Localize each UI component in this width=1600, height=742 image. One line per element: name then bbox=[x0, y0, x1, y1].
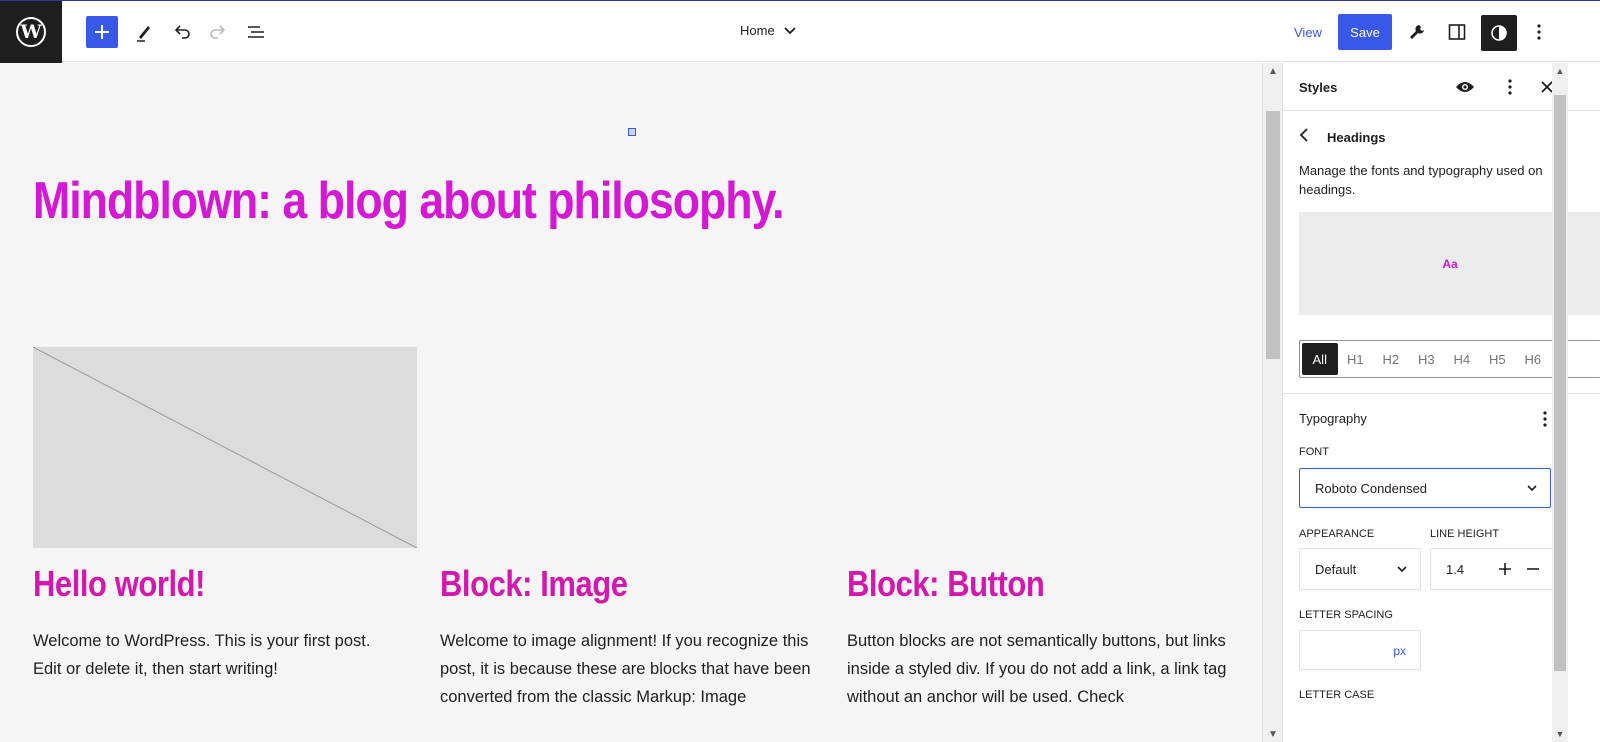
add-block-button[interactable] bbox=[86, 16, 118, 48]
style-book-button[interactable] bbox=[1453, 75, 1477, 99]
appearance-value: Default bbox=[1315, 561, 1357, 577]
navigation-header: Headings bbox=[1299, 127, 1386, 148]
settings-sidebar-button[interactable] bbox=[1441, 16, 1473, 48]
post-excerpt: Welcome to image alignment! If you recog… bbox=[440, 632, 811, 706]
options-button[interactable] bbox=[1523, 16, 1555, 48]
featured-image-placeholder[interactable] bbox=[32, 346, 418, 549]
sidebar-scrollbar[interactable]: ▲ ▼ bbox=[1552, 63, 1568, 742]
tab-h6[interactable]: H6 bbox=[1515, 343, 1551, 375]
list-view-button[interactable] bbox=[240, 16, 272, 48]
post-excerpt: Button blocks are not semantically butto… bbox=[847, 632, 1227, 706]
font-family-select[interactable]: Roboto Condensed bbox=[1299, 468, 1551, 508]
site-title[interactable]: Mindblown: a blog about philosophy. bbox=[33, 171, 785, 231]
document-title: Home bbox=[740, 23, 775, 38]
scroll-down-arrow[interactable]: ▼ bbox=[1552, 726, 1568, 742]
post-item: Block: Button Button blocks are not sema… bbox=[847, 563, 1237, 711]
post-item: Hello world! Welcome to WordPress. This … bbox=[33, 563, 423, 683]
canvas-scrollbar[interactable]: ▲ ▼ bbox=[1262, 63, 1282, 742]
section-title: Headings bbox=[1327, 130, 1386, 145]
letter-spacing-input[interactable]: px bbox=[1299, 630, 1421, 670]
undo-button[interactable] bbox=[166, 16, 198, 48]
placeholder-diagonal bbox=[32, 346, 418, 549]
preview-text: Aa bbox=[1442, 256, 1458, 271]
tab-h5[interactable]: H5 bbox=[1480, 343, 1516, 375]
scrollbar-thumb[interactable] bbox=[1266, 111, 1280, 359]
wordpress-logo-button[interactable]: W bbox=[0, 1, 62, 63]
chevron-down-icon bbox=[1527, 485, 1537, 492]
letter-spacing-label: LETTER SPACING bbox=[1299, 609, 1393, 621]
post-title[interactable]: Block: Button bbox=[847, 563, 1182, 605]
tab-h1[interactable]: H1 bbox=[1338, 343, 1374, 375]
section-description: Manage the fonts and typography used on … bbox=[1299, 163, 1543, 197]
sidebar-title: Styles bbox=[1299, 80, 1338, 95]
increase-line-height-button[interactable] bbox=[1493, 549, 1517, 589]
tab-h4[interactable]: H4 bbox=[1444, 343, 1480, 375]
undo-icon bbox=[174, 25, 190, 39]
typography-panel-title: Typography bbox=[1299, 411, 1367, 426]
plus-icon bbox=[1499, 563, 1511, 575]
pen-icon bbox=[137, 26, 150, 42]
kebab-menu-icon bbox=[1537, 24, 1541, 40]
sidebar-icon bbox=[1448, 24, 1466, 40]
decrease-line-height-button[interactable] bbox=[1521, 549, 1545, 589]
letter-spacing-unit[interactable]: px bbox=[1393, 644, 1406, 658]
wordpress-icon: W bbox=[16, 17, 46, 47]
list-view-icon bbox=[248, 26, 264, 38]
scroll-down-arrow[interactable]: ▼ bbox=[1263, 726, 1283, 742]
font-family-value: Roboto Condensed bbox=[1315, 480, 1428, 496]
line-height-value: 1.4 bbox=[1446, 561, 1465, 577]
document-title-dropdown[interactable]: Home bbox=[740, 23, 797, 38]
back-button[interactable] bbox=[1299, 127, 1309, 148]
redo-button[interactable] bbox=[202, 16, 234, 48]
letter-case-label: LETTER CASE bbox=[1299, 689, 1375, 701]
tools-settings-button[interactable] bbox=[1400, 16, 1432, 48]
appearance-label: APPEARANCE bbox=[1299, 528, 1375, 540]
post-excerpt: Welcome to WordPress. This is your first… bbox=[33, 632, 371, 678]
tab-h3[interactable]: H3 bbox=[1409, 343, 1445, 375]
post-title[interactable]: Block: Image bbox=[440, 563, 775, 605]
line-height-label: LINE HEIGHT bbox=[1430, 528, 1500, 540]
styles-actions-button[interactable] bbox=[1498, 75, 1522, 99]
editor-canvas[interactable]: Mindblown: a blog about philosophy. Hell… bbox=[0, 63, 1262, 742]
kebab-menu-icon bbox=[1508, 79, 1512, 95]
appearance-select[interactable]: Default bbox=[1299, 548, 1421, 590]
chevron-down-icon bbox=[784, 26, 796, 34]
post-title[interactable]: Hello world! bbox=[33, 563, 368, 605]
plus-icon bbox=[95, 25, 109, 39]
save-button[interactable]: Save bbox=[1338, 14, 1392, 50]
eye-icon bbox=[1456, 82, 1474, 92]
scroll-up-arrow[interactable]: ▲ bbox=[1263, 63, 1283, 79]
tab-all[interactable]: All bbox=[1302, 343, 1338, 375]
post-item: Block: Image Welcome to image alignment!… bbox=[440, 563, 830, 711]
view-button[interactable]: View bbox=[1294, 25, 1322, 40]
redo-icon bbox=[210, 25, 226, 39]
chevron-down-icon bbox=[1397, 566, 1407, 573]
block-selection-handle[interactable] bbox=[628, 128, 636, 136]
line-height-input[interactable]: 1.4 bbox=[1430, 548, 1554, 590]
scroll-up-arrow[interactable]: ▲ bbox=[1552, 63, 1568, 79]
styles-button[interactable] bbox=[1481, 15, 1517, 51]
contrast-icon bbox=[1491, 25, 1507, 41]
tab-h2[interactable]: H2 bbox=[1373, 343, 1409, 375]
font-label: FONT bbox=[1299, 446, 1329, 458]
wrench-icon bbox=[1410, 25, 1424, 39]
minus-icon bbox=[1527, 568, 1539, 570]
tools-button[interactable] bbox=[128, 16, 160, 48]
scrollbar-thumb[interactable] bbox=[1554, 95, 1566, 671]
kebab-menu-icon bbox=[1543, 411, 1547, 427]
chevron-left-icon bbox=[1299, 128, 1308, 142]
editor-top-toolbar: W Home View Save bbox=[0, 0, 1600, 63]
